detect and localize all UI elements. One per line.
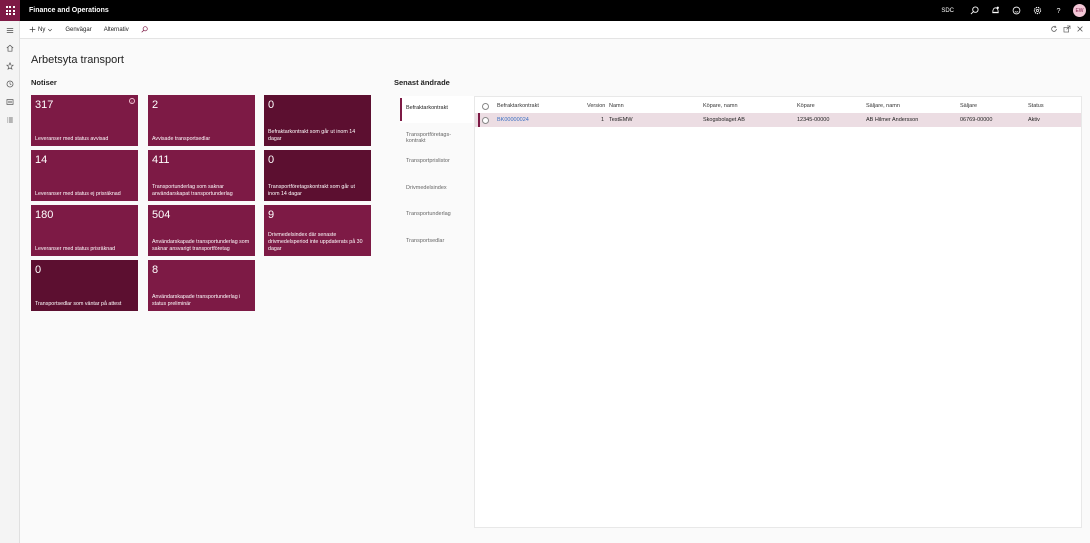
- tab-transportunderlag[interactable]: Transportunderlag: [400, 202, 474, 229]
- notice-tile[interactable]: 0 Transportsedlar som väntar på attest: [31, 260, 138, 311]
- help-icon[interactable]: ?: [1048, 0, 1069, 21]
- table-row[interactable]: BK00000024 1 TestEMW Skogsbolaget AB 123…: [475, 113, 1081, 127]
- tile-count: 8: [152, 264, 159, 276]
- tile-label: Transportunderlag som saknar användarska…: [152, 184, 233, 198]
- svg-text:?: ?: [1057, 6, 1061, 15]
- column-header-status[interactable]: Status: [1028, 103, 1044, 109]
- column-header-seller-name[interactable]: Säljare, namn: [866, 103, 900, 109]
- notice-tile[interactable]: 180 Leveranser med status prisräknad: [31, 205, 138, 256]
- avatar[interactable]: EW: [1073, 4, 1086, 17]
- row-status: Aktiv: [1028, 117, 1040, 123]
- plus-icon: [29, 26, 36, 33]
- recent-tabs: Befraktarkontrakt Transportföretags-kont…: [400, 96, 474, 255]
- row-buyer: 12345-00000: [797, 117, 830, 123]
- tile-count: 411: [152, 154, 170, 166]
- tile-label: Leveranser med status prisräknad: [35, 246, 116, 253]
- tile-label: Transportföretagskontrakt som går ut ino…: [268, 184, 355, 198]
- tile-label: Drivmedelsindex där senaste drivmedelspe…: [268, 232, 363, 253]
- chevron-down-icon: [48, 28, 53, 31]
- recent-section-title: Senast ändrade: [394, 78, 450, 87]
- tab-drivmedelsindex[interactable]: Drivmedelsindex: [400, 176, 474, 203]
- tile-count: 317: [35, 99, 54, 111]
- top-bar: Finance and Operations SDC ? EW: [0, 0, 1090, 21]
- search-icon[interactable]: [138, 26, 151, 33]
- tile-label: Användarskapade transportunderlag i stat…: [152, 294, 241, 308]
- refresh-icon[interactable]: [1050, 25, 1058, 35]
- app-title[interactable]: Finance and Operations: [29, 7, 109, 14]
- workspace-icon[interactable]: [0, 93, 20, 111]
- tile-count: 0: [268, 99, 275, 111]
- column-header-version[interactable]: Version: [587, 103, 605, 109]
- tile-count: 14: [35, 154, 48, 166]
- notice-tile[interactable]: 8 Användarskapade transportunderlag i st…: [148, 260, 255, 311]
- row-name: TestEMW: [609, 117, 633, 123]
- row-seller-name: AB Hilmer Andersson: [866, 117, 919, 123]
- home-icon[interactable]: [0, 39, 20, 57]
- contracts-grid: Befraktarkontrakt Version Namn Köpare, n…: [474, 96, 1082, 528]
- waffle-icon: [5, 6, 15, 15]
- info-icon[interactable]: i: [129, 98, 135, 104]
- notice-tile[interactable]: 14 Leveranser med status ej prisräknad: [31, 150, 138, 201]
- notice-tile[interactable]: 317 i Leveranser med status avvisad: [31, 95, 138, 146]
- action-pane: Ny Genvägar Alternativ: [20, 21, 1090, 39]
- new-button-label: Ny: [38, 26, 46, 33]
- row-version: 1: [601, 117, 605, 123]
- row-select-radio[interactable]: [482, 116, 489, 124]
- tab-transportforetagskontrakt[interactable]: Transportföretags-kontrakt: [400, 123, 474, 150]
- navigation-pane: [0, 21, 20, 543]
- tile-count: 504: [152, 209, 171, 221]
- app-launcher-button[interactable]: [0, 0, 20, 21]
- row-buyer-name: Skogsbolaget AB: [703, 117, 745, 123]
- notice-tile[interactable]: 0 Transportföretagskontrakt som går ut i…: [264, 150, 371, 201]
- tile-count: 9: [268, 209, 275, 221]
- open-in-new-window-icon[interactable]: [1063, 25, 1071, 35]
- notices-section-title: Notiser: [31, 78, 57, 87]
- select-all-checkbox[interactable]: [482, 102, 489, 110]
- notice-tile[interactable]: 411 Transportunderlag som saknar använda…: [148, 150, 255, 201]
- tile-count: 0: [268, 154, 275, 166]
- column-header-name[interactable]: Namn: [609, 103, 624, 109]
- shortcuts-button[interactable]: Genvägar: [62, 27, 94, 33]
- tile-label: Leveranser med status ej prisräknad: [35, 191, 121, 198]
- tile-count: 180: [35, 209, 54, 221]
- column-header-seller[interactable]: Säljare: [960, 103, 977, 109]
- smiley-icon[interactable]: [1006, 0, 1027, 21]
- notice-tile[interactable]: 504 Användarskapade transportunderlag so…: [148, 205, 255, 256]
- column-header-contract[interactable]: Befraktarkontrakt: [497, 103, 539, 109]
- row-seller: 06769-00000: [960, 117, 993, 123]
- tile-label: Transportsedlar som väntar på attest: [35, 301, 122, 308]
- tile-label: Avvisade transportsedlar: [152, 136, 211, 143]
- contract-link[interactable]: BK00000024: [497, 117, 529, 123]
- tab-befraktarkontrakt[interactable]: Befraktarkontrakt: [400, 96, 474, 123]
- bell-icon[interactable]: [985, 0, 1006, 21]
- grid-header-row: Befraktarkontrakt Version Namn Köpare, n…: [475, 99, 1081, 113]
- column-header-buyer-name[interactable]: Köpare, namn: [703, 103, 738, 109]
- options-button[interactable]: Alternativ: [101, 27, 132, 33]
- notice-tile[interactable]: 0 Befraktarkontrakt som går ut inom 14 d…: [264, 95, 371, 146]
- tile-count: 0: [35, 264, 42, 276]
- tile-count: 2: [152, 99, 159, 111]
- star-icon[interactable]: [0, 57, 20, 75]
- hamburger-icon[interactable]: [0, 21, 20, 39]
- notice-tile[interactable]: 9 Drivmedelsindex där senaste drivmedels…: [264, 205, 371, 256]
- clock-icon[interactable]: [0, 75, 20, 93]
- close-icon[interactable]: [1076, 25, 1084, 35]
- page-title: Arbetsyta transport: [31, 54, 124, 66]
- new-button[interactable]: Ny: [26, 26, 56, 33]
- search-icon[interactable]: [964, 0, 985, 21]
- tile-label: Leveranser med status avvisad: [35, 136, 109, 143]
- tile-label: Användarskapade transportunderlag som sa…: [152, 239, 250, 253]
- column-header-buyer[interactable]: Köpare: [797, 103, 815, 109]
- tab-transportprislistor[interactable]: Transportprislistor: [400, 149, 474, 176]
- company-picker[interactable]: SDC: [941, 8, 954, 14]
- modules-list-icon[interactable]: [0, 111, 20, 129]
- notice-tile[interactable]: 2 Avvisade transportsedlar: [148, 95, 255, 146]
- tile-label: Befraktarkontrakt som går ut inom 14 dag…: [268, 129, 356, 143]
- gear-icon[interactable]: [1027, 0, 1048, 21]
- tab-transportsedlar[interactable]: Transportsedlar: [400, 229, 474, 256]
